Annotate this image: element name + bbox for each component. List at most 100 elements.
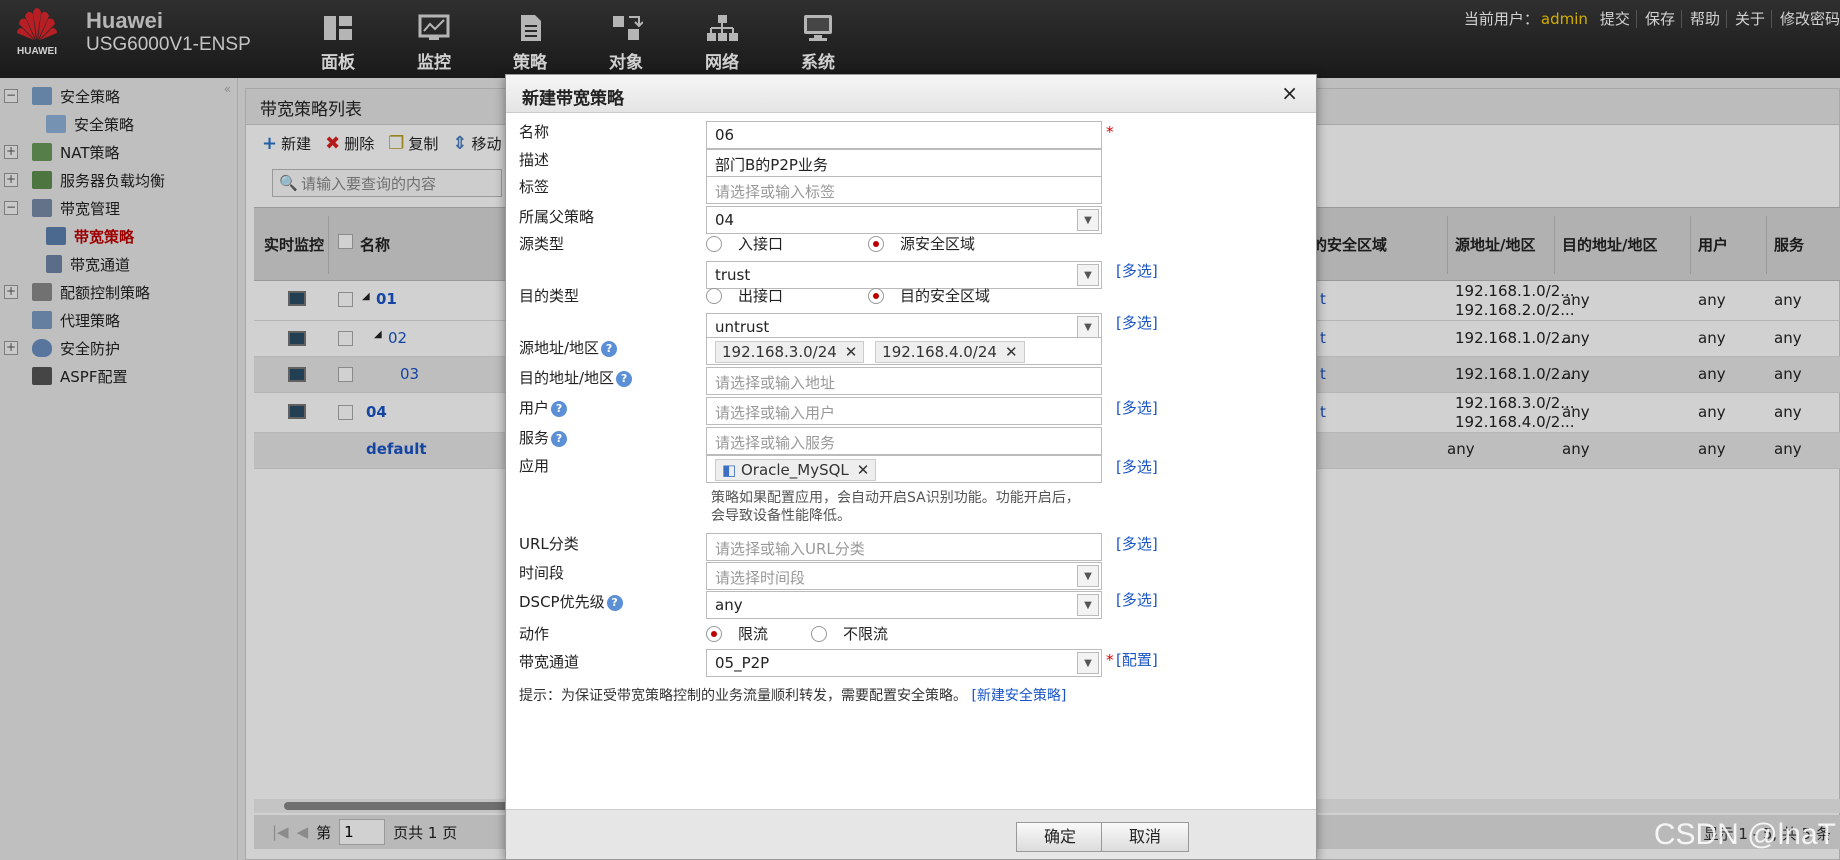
chevron-down-icon[interactable]: ▼ [1077, 594, 1099, 616]
desc-label: 描述 [519, 151, 550, 169]
dst-zone-radio[interactable]: 目的安全区域 [868, 285, 990, 306]
tag-field[interactable]: 请选择或输入标签 [706, 176, 1102, 204]
service-label: 服务? [519, 427, 568, 448]
multi-select-link[interactable]: [多选] [1116, 397, 1158, 418]
new-security-policy-link[interactable]: [新建安全策略] [971, 688, 1066, 704]
label-text: 服务 [519, 429, 550, 447]
close-icon[interactable]: × [1281, 81, 1298, 105]
dscp-label: DSCP优先级? [519, 591, 623, 612]
cancel-button[interactable]: 取消 [1101, 822, 1189, 852]
chevron-down-icon[interactable]: ▼ [1077, 565, 1099, 587]
label-text: DSCP优先级 [519, 593, 605, 611]
chevron-down-icon[interactable]: ▼ [1077, 264, 1099, 286]
address-tag: 192.168.3.0/24 ✕ [715, 341, 865, 363]
tag-label: 192.168.3.0/24 [722, 343, 837, 361]
configure-channel-link[interactable]: [配置] [1116, 649, 1158, 670]
src-addr-field[interactable]: 192.168.3.0/24 ✕ 192.168.4.0/24 ✕ [706, 337, 1102, 365]
app-field[interactable]: ◧ Oracle_MySQL ✕ [706, 455, 1102, 483]
desc-field[interactable]: 部门B的P2P业务 [706, 149, 1102, 177]
user-field[interactable]: 请选择或输入用户 [706, 397, 1102, 425]
dscp-select[interactable]: any ▼ [706, 591, 1102, 619]
radio-button[interactable] [811, 625, 827, 642]
limit-radio[interactable]: 限流 [706, 623, 768, 644]
dialog-title: 新建带宽策略 [522, 89, 624, 109]
app-note: 策略如果配置应用，会自动开启SA识别功能。功能开启后，会导致设备性能降低。 [711, 490, 1080, 524]
radio-button[interactable] [706, 287, 722, 304]
chevron-down-icon[interactable]: ▼ [1077, 209, 1099, 231]
radio-button[interactable] [868, 235, 884, 252]
src-type-label: 源类型 [519, 235, 565, 253]
src-zone-radio[interactable]: 源安全区域 [868, 233, 975, 254]
hint-body: 提示：为保证受带宽策略控制的业务流量顺利转发，需要配置安全策略。 [519, 688, 967, 704]
name-field[interactable]: 06 [706, 121, 1102, 149]
time-label: 时间段 [519, 564, 565, 582]
dst-type-label: 目的类型 [519, 287, 580, 305]
dscp-value: any [715, 596, 743, 614]
multi-select-link[interactable]: [多选] [1116, 312, 1158, 333]
radio-button[interactable] [706, 625, 722, 642]
dst-addr-field[interactable]: 请选择或输入地址 [706, 367, 1102, 395]
tag-label: 192.168.4.0/24 [882, 343, 997, 361]
ok-button[interactable]: 确定 [1016, 822, 1104, 852]
multi-select-link[interactable]: [多选] [1116, 260, 1158, 281]
dst-addr-label: 目的地址/地区? [519, 367, 633, 388]
app-label: 应用 [519, 457, 550, 475]
dialog-header: 新建带宽策略 × [506, 75, 1316, 113]
dialog-footer: 确定 取消 [506, 809, 1316, 859]
dst-iface-radio[interactable]: 出接口 [706, 285, 783, 306]
radio-label: 入接口 [738, 235, 784, 253]
parent-select[interactable]: 04 ▼ [706, 206, 1102, 234]
required-mark: * [1106, 651, 1114, 669]
app-icon: ◧ [722, 461, 737, 479]
help-icon[interactable]: ? [606, 594, 623, 611]
required-mark: * [1106, 123, 1114, 141]
radio-label: 目的安全区域 [900, 287, 991, 305]
dst-zone-value: untrust [715, 318, 770, 336]
new-bandwidth-policy-dialog: 新建带宽策略 × 名称 06 * 描述 部门B的P2P业务 标签 请选择或输入标… [505, 74, 1317, 860]
tag-label: Oracle_MySQL [740, 461, 849, 479]
user-label: 用户? [519, 397, 568, 418]
app-tag: ◧ Oracle_MySQL ✕ [715, 459, 877, 481]
label-text: 用户 [519, 399, 550, 417]
radio-label: 限流 [738, 625, 769, 643]
service-field[interactable]: 请选择或输入服务 [706, 427, 1102, 455]
help-icon[interactable]: ? [601, 340, 618, 357]
address-tag: 192.168.4.0/24 ✕ [875, 341, 1025, 363]
src-zone-value: trust [715, 266, 751, 284]
parent-value: 04 [715, 211, 735, 229]
radio-button[interactable] [868, 287, 884, 304]
src-addr-label: 源地址/地区? [519, 337, 618, 358]
hint-text: 提示：为保证受带宽策略控制的业务流量顺利转发，需要配置安全策略。 [新建安全策略… [519, 685, 1066, 705]
url-field[interactable]: 请选择或输入URL分类 [706, 533, 1102, 561]
help-icon[interactable]: ? [616, 370, 633, 387]
radio-button[interactable] [706, 235, 722, 252]
chevron-down-icon[interactable]: ▼ [1077, 316, 1099, 338]
help-icon[interactable]: ? [551, 400, 568, 417]
src-iface-radio[interactable]: 入接口 [706, 233, 783, 254]
multi-select-link[interactable]: [多选] [1116, 589, 1158, 610]
remove-tag-icon[interactable]: ✕ [845, 343, 858, 361]
multi-select-link[interactable]: [多选] [1116, 456, 1158, 477]
tag-label: 标签 [519, 178, 550, 196]
help-icon[interactable]: ? [551, 430, 568, 447]
url-label: URL分类 [519, 535, 579, 553]
watermark: CSDN @lnaT [1653, 818, 1836, 851]
multi-select-link[interactable]: [多选] [1116, 533, 1158, 554]
radio-label: 不限流 [843, 625, 889, 643]
channel-value: 05_P2P [715, 654, 770, 672]
parent-label: 所属父策略 [519, 208, 595, 226]
label-text: 目的地址/地区 [519, 369, 615, 387]
radio-label: 源安全区域 [900, 235, 976, 253]
remove-tag-icon[interactable]: ✕ [857, 461, 870, 479]
name-label: 名称 [519, 123, 550, 141]
chevron-down-icon[interactable]: ▼ [1077, 652, 1099, 674]
remove-tag-icon[interactable]: ✕ [1005, 343, 1018, 361]
channel-label: 带宽通道 [519, 653, 580, 671]
time-placeholder: 请选择时间段 [715, 569, 806, 587]
action-label: 动作 [519, 625, 550, 643]
time-select[interactable]: 请选择时间段 ▼ [706, 562, 1102, 590]
radio-label: 出接口 [738, 287, 784, 305]
nolimit-radio[interactable]: 不限流 [811, 623, 888, 644]
label-text: 源地址/地区 [519, 339, 600, 357]
channel-select[interactable]: 05_P2P ▼ [706, 649, 1102, 677]
